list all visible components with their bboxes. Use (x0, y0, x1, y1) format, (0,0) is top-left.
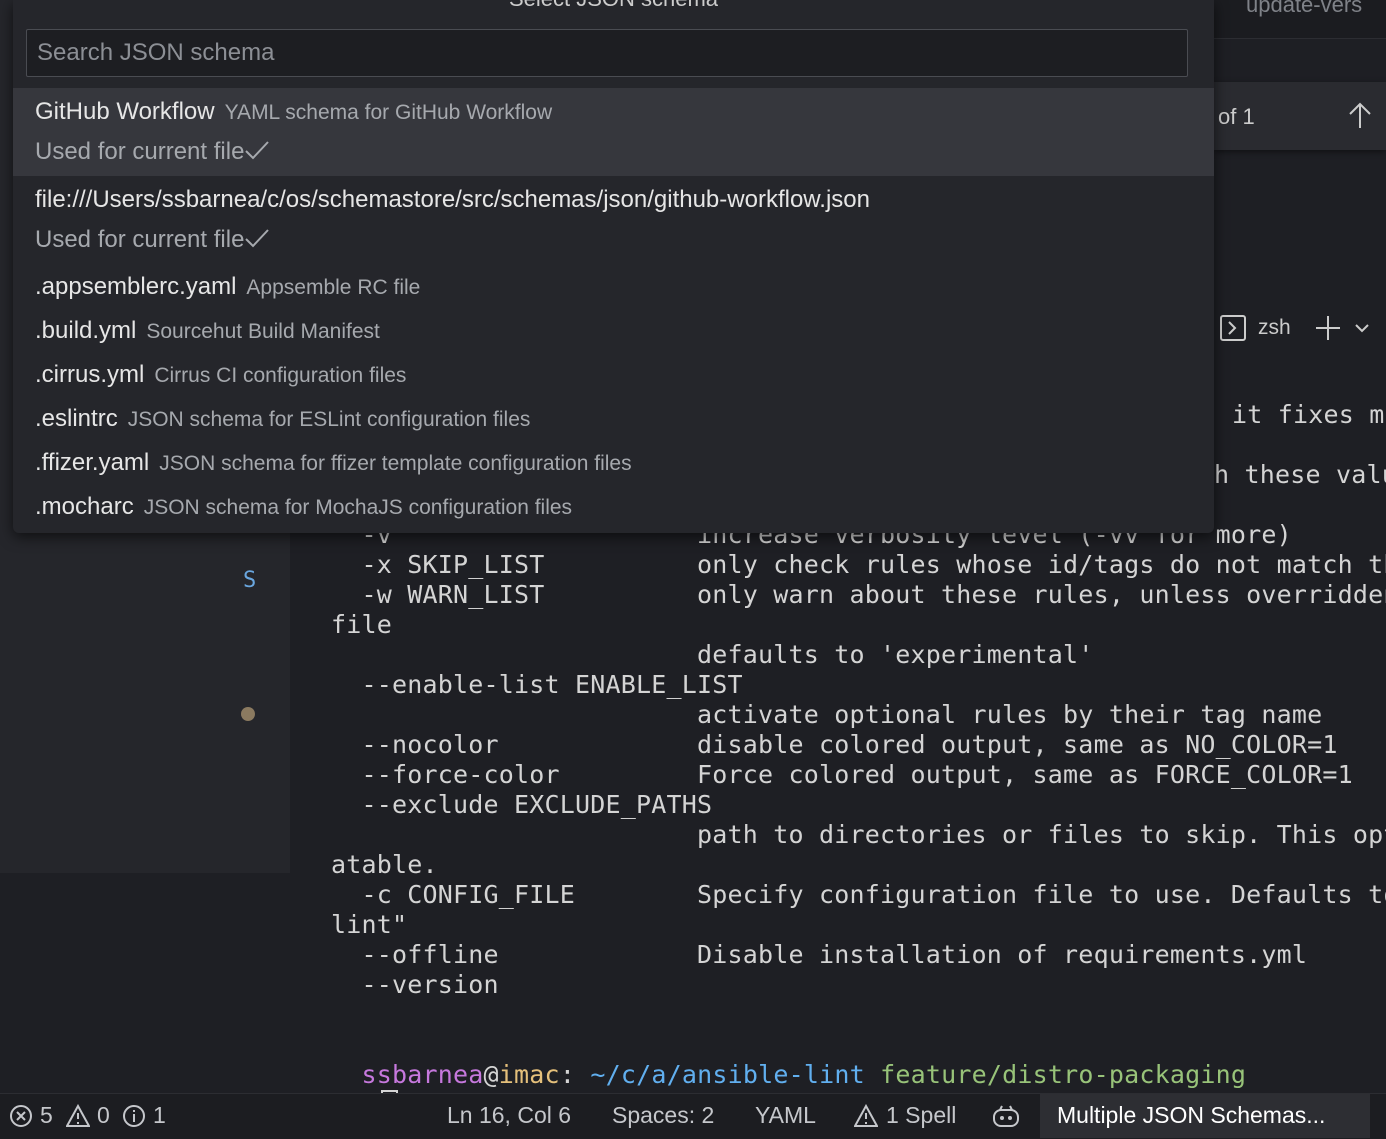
terminal-line-partial: h these valu (1214, 460, 1386, 489)
terminal-line: defaults to 'experimental' (331, 640, 1094, 669)
list-item[interactable]: file:///Users/ssbarnea/c/os/schemastore/… (13, 176, 1214, 264)
terminal-line: -w WARN_LIST only warn about these rules… (331, 580, 1386, 609)
terminal-line: -c CONFIG_FILE Specify configuration fil… (331, 880, 1386, 909)
error-icon[interactable] (9, 1104, 33, 1128)
terminal-line: path to directories or files to skip. Th… (331, 820, 1386, 849)
status-json-schema[interactable]: Multiple JSON Schemas... (1057, 1102, 1325, 1129)
copilot-icon[interactable] (992, 1104, 1020, 1128)
status-spell[interactable]: 1 Spell (886, 1102, 956, 1129)
info-icon[interactable] (122, 1104, 146, 1128)
status-infos[interactable]: 1 (153, 1102, 166, 1129)
modified-dot-icon (241, 707, 255, 721)
item-label: .appsemblerc.yaml (35, 273, 237, 300)
status-warnings[interactable]: 0 (97, 1102, 110, 1129)
item-detail: Used for current file (35, 226, 245, 253)
item-description: JSON schema for ffizer template configur… (159, 452, 632, 475)
list-item[interactable]: .mocharc JSON schema for MochaJS configur… (13, 486, 1214, 530)
item-detail: Used for current file (35, 138, 245, 165)
item-description: Cirrus CI configuration files (154, 364, 407, 387)
prompt-sep: : (559, 1060, 576, 1089)
terminal-line: --exclude EXCLUDE_PATHS (331, 790, 713, 819)
prompt-at: @ (483, 1060, 499, 1089)
item-label: .cirrus.yml (35, 361, 145, 388)
item-description: JSON schema for ESLint configuration fil… (127, 408, 531, 431)
terminal-line: --version (331, 970, 499, 999)
terminal-line: file (331, 610, 393, 639)
terminal-line: --force-color Force colored output, same… (331, 760, 1353, 789)
list-item[interactable]: .ffizer.yaml JSON schema for ffizer templ… (13, 442, 1214, 486)
prompt-host: imac (498, 1060, 560, 1089)
status-errors[interactable]: 5 (40, 1102, 53, 1129)
item-description: JSON schema for MochaJS configuration fi… (143, 496, 573, 519)
editor-tab-update-vers[interactable]: update-vers (1246, 0, 1362, 18)
terminal-line: --nocolor disable colored output, same a… (331, 730, 1338, 759)
plus-icon[interactable] (1314, 314, 1342, 342)
check-icon (245, 141, 270, 160)
status-cursor-position[interactable]: Ln 16, Col 6 (447, 1102, 571, 1129)
item-description: Sourcehut Build Manifest (146, 320, 380, 343)
quick-pick-json-schema: Select JSON schema GitHub Workflow YAML s… (13, 0, 1214, 533)
terminal-line: --enable-list ENABLE_LIST (331, 670, 743, 699)
check-icon (245, 229, 270, 248)
terminal-prompt: ssbarnea@imac: ~/c/a/ansible-lint featur… (331, 1030, 1246, 1090)
terminal-line: activate optional rules by their tag nam… (331, 700, 1323, 729)
item-label: .mocharc (35, 493, 134, 520)
status-indentation[interactable]: Spaces: 2 (612, 1102, 714, 1129)
item-label: file:///Users/ssbarnea/c/os/schemastore/… (35, 186, 870, 213)
item-label: GitHub Workflow (35, 98, 215, 125)
status-language[interactable]: YAML (755, 1102, 816, 1129)
arrow-up-icon[interactable] (1346, 100, 1374, 132)
warning-icon[interactable] (854, 1104, 878, 1128)
chevron-down-icon[interactable] (1354, 320, 1370, 336)
list-item[interactable]: .eslintrc JSON schema for ESLint configur… (13, 398, 1214, 442)
terminal-shell-name[interactable]: zsh (1258, 316, 1291, 340)
list-item[interactable]: .build.yml Sourcehut Build Manifest (13, 310, 1214, 354)
search-input[interactable] (26, 29, 1188, 77)
list-item[interactable]: GitHub Workflow YAML schema for GitHub Wo… (13, 88, 1214, 176)
list-item[interactable]: .cirrus.yml Cirrus CI configuration files (13, 354, 1214, 398)
find-match-count: of 1 (1218, 104, 1255, 129)
warning-icon[interactable] (66, 1104, 90, 1128)
item-description: YAML schema for GitHub Workflow (224, 101, 553, 124)
item-label: .eslintrc (35, 405, 118, 432)
terminal-line: atable. (331, 850, 438, 879)
sidebar-badge: S (243, 568, 257, 593)
list-item[interactable]: .appsemblerc.yaml Appsemble RC file (13, 266, 1214, 310)
item-label: .build.yml (35, 317, 137, 344)
prompt-branch: feature/distro-packaging (880, 1060, 1247, 1089)
item-description: Appsemble RC file (246, 276, 421, 299)
terminal-line: -x SKIP_LIST only check rules whose id/t… (331, 550, 1386, 579)
prompt-path: ~/c/a/ansible-lint (590, 1060, 865, 1089)
terminal-line-partial: it fixes mo (1232, 400, 1386, 429)
quick-pick-title: Select JSON schema (13, 0, 1214, 12)
terminal-line: --offline Disable installation of requir… (331, 940, 1308, 969)
terminal-line: lint" (331, 910, 408, 939)
terminal-icon (1220, 315, 1246, 341)
item-label: .ffizer.yaml (35, 449, 150, 476)
